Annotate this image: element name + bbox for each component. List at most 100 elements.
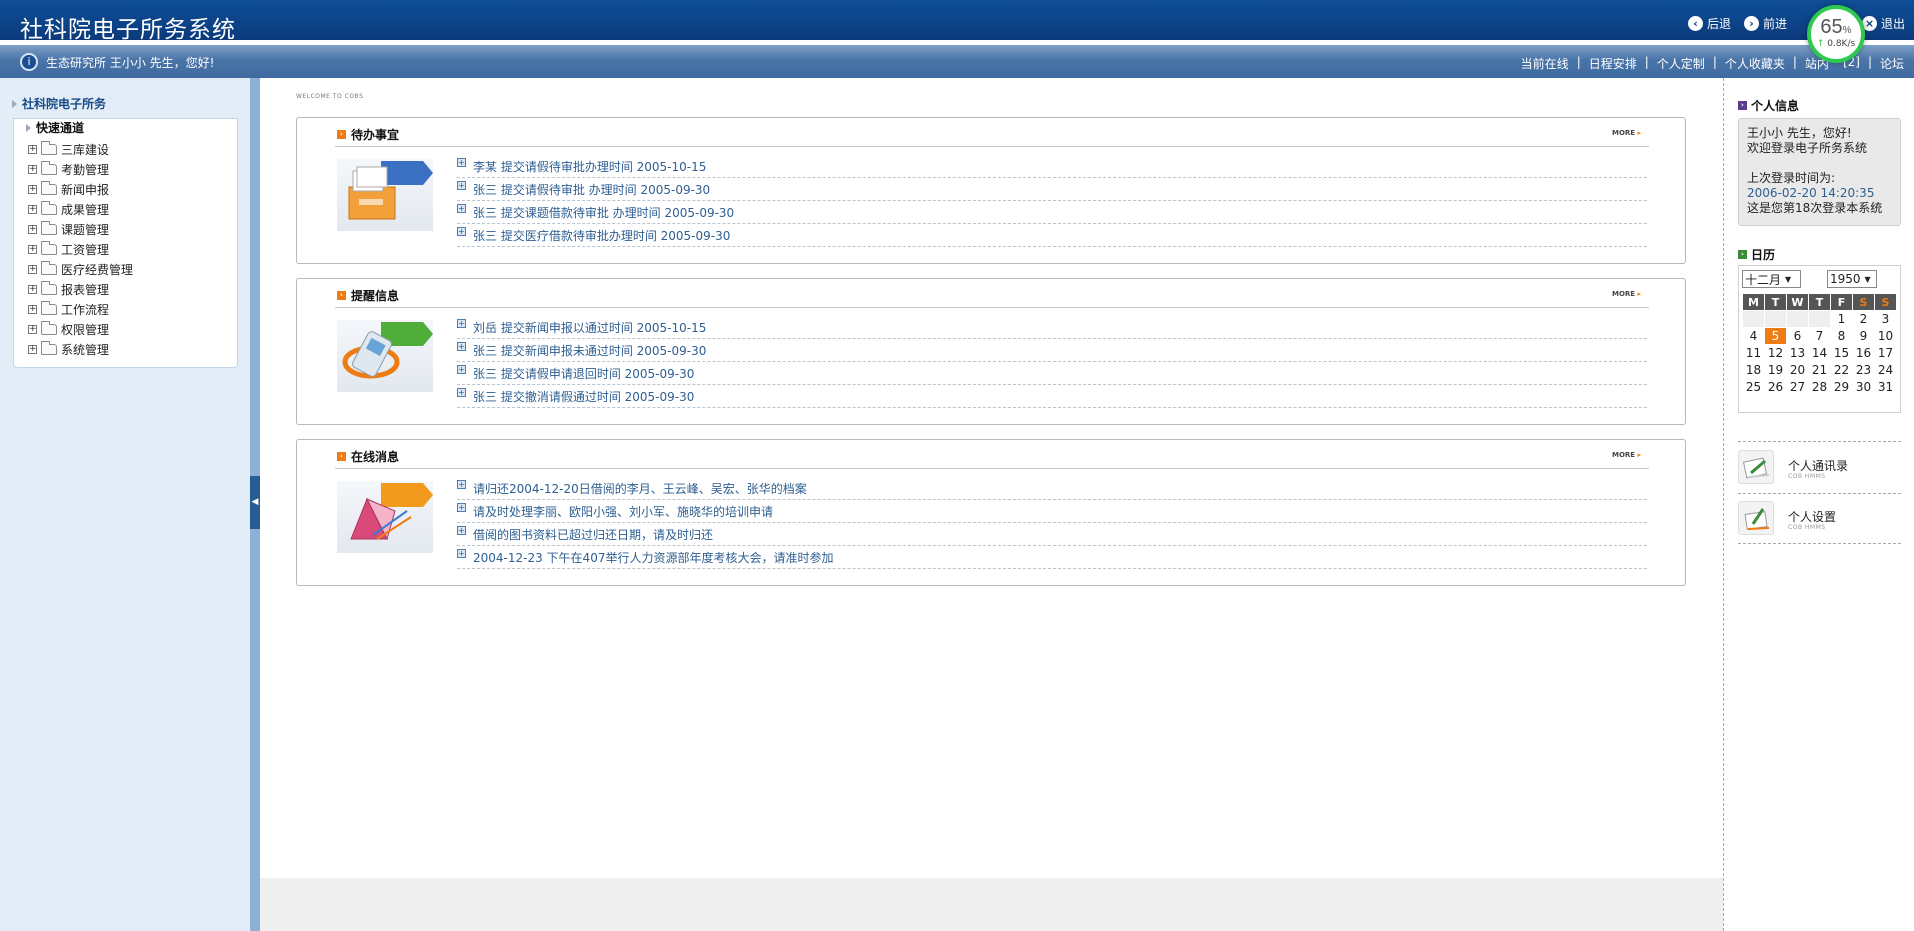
personal-settings-link[interactable]: 个人设置 COB HMMS bbox=[1738, 495, 1901, 545]
calendar-day[interactable]: 23 bbox=[1853, 362, 1874, 378]
address-book-link[interactable]: 个人通讯录 COB HMMS bbox=[1738, 444, 1901, 494]
welcome-text: 生态研究所 王小小 先生，您好! bbox=[46, 56, 215, 70]
more-link[interactable]: MORE ▸ bbox=[1612, 290, 1641, 298]
calendar-day[interactable]: 21 bbox=[1809, 362, 1830, 378]
tree-item[interactable]: + 新闻申报 bbox=[28, 179, 133, 199]
calendar-day[interactable]: 8 bbox=[1831, 328, 1852, 344]
list-item[interactable]: + 张三 提交请假申请退回时间 2005-09-30 bbox=[457, 362, 1647, 385]
personal-settings-sub: COB HMMS bbox=[1788, 524, 1826, 531]
top-header: 社科院电子所务系统 ‹ 后退 › 前进 × 退出 bbox=[0, 0, 1914, 45]
left-title-text: 社科院电子所务 bbox=[22, 97, 107, 111]
month-select[interactable]: 十二月 ▼ bbox=[1742, 270, 1801, 288]
calendar-day[interactable]: 27 bbox=[1787, 379, 1808, 395]
calendar-day[interactable]: 18 bbox=[1743, 362, 1764, 378]
tree-item-label: 工资管理 bbox=[61, 242, 110, 257]
tree-item[interactable]: + 三库建设 bbox=[28, 139, 133, 159]
tree-item[interactable]: + 工作流程 bbox=[28, 299, 133, 319]
tree-item[interactable]: + 工资管理 bbox=[28, 239, 133, 259]
tree-item[interactable]: + 医疗经费管理 bbox=[28, 259, 133, 279]
list-item[interactable]: + 张三 提交请假待审批 办理时间 2005-09-30 bbox=[457, 178, 1647, 201]
list-item[interactable]: + 张三 提交撤消请假通过时间 2005-09-30 bbox=[457, 385, 1647, 408]
more-link[interactable]: MORE ▸ bbox=[1612, 129, 1641, 137]
calendar-day[interactable]: 2 bbox=[1853, 311, 1874, 327]
list-item[interactable]: +2004-12-23 下午在407举行人力资源部年度考核大会，请准时参加 bbox=[457, 546, 1647, 569]
calendar-day[interactable]: 24 bbox=[1875, 362, 1896, 378]
nav-schedule[interactable]: 日程安排 bbox=[1589, 55, 1637, 72]
calendar-day[interactable]: 13 bbox=[1787, 345, 1808, 361]
tree-menu: + 三库建设 + 考勤管理 + 新闻申报 + 成果管理 + 课题管理 + 工资管理 + 医疗经费管理 + 报表… bbox=[28, 139, 133, 359]
expand-plus-icon[interactable]: + bbox=[28, 244, 37, 254]
expand-plus-icon[interactable]: + bbox=[28, 144, 37, 154]
network-speed-widget[interactable]: 65% ↑ 0.8K/s bbox=[1807, 5, 1865, 63]
list-item-text: 张三 提交撤消请假通过时间 2005-09-30 bbox=[473, 390, 695, 404]
calendar-day[interactable]: 7 bbox=[1809, 328, 1830, 344]
expand-plus-icon[interactable]: + bbox=[28, 284, 37, 294]
calendar-day[interactable]: 17 bbox=[1875, 345, 1896, 361]
panel-title: › 待办事宜 bbox=[337, 126, 399, 143]
tree-item[interactable]: + 成果管理 bbox=[28, 199, 133, 219]
calendar-day[interactable]: 3 bbox=[1875, 311, 1896, 327]
list-item[interactable]: + 刘岳 提交新闻申报以通过时间 2005-10-15 bbox=[457, 316, 1647, 339]
year-select[interactable]: 1950 ▼ bbox=[1827, 270, 1877, 288]
plus-bullet-icon: + bbox=[457, 181, 466, 190]
nav-favorites[interactable]: 个人收藏夹 bbox=[1725, 55, 1785, 72]
calendar-day[interactable]: 26 bbox=[1765, 379, 1786, 395]
expand-plus-icon[interactable]: + bbox=[28, 324, 37, 334]
list-item[interactable]: + 请归还2004-12-20日借阅的李月、王云峰、吴宏、张华的档案 bbox=[457, 477, 1647, 500]
tree-item[interactable]: + 权限管理 bbox=[28, 319, 133, 339]
calendar-day[interactable]: 28 bbox=[1809, 379, 1830, 395]
back-button[interactable]: ‹ 后退 bbox=[1688, 15, 1731, 32]
divider bbox=[1738, 543, 1901, 544]
expand-plus-icon[interactable]: + bbox=[28, 204, 37, 214]
more-link[interactable]: MORE ▸ bbox=[1612, 451, 1641, 459]
calendar-day[interactable]: 29 bbox=[1831, 379, 1852, 395]
list-item[interactable]: + 张三 提交课题借款待审批 办理时间 2005-09-30 bbox=[457, 201, 1647, 224]
quick-access-header[interactable]: 快速通道 bbox=[26, 119, 84, 136]
calendar-day[interactable]: 16 bbox=[1853, 345, 1874, 361]
calendar-day[interactable]: 15 bbox=[1831, 345, 1852, 361]
nav-forum[interactable]: 论坛 bbox=[1880, 55, 1904, 72]
calendar-day[interactable]: 14 bbox=[1809, 345, 1830, 361]
list-item[interactable]: + 张三 提交医疗借款待审批办理时间 2005-09-30 bbox=[457, 224, 1647, 247]
calendar-day[interactable]: 6 bbox=[1787, 328, 1808, 344]
calendar-day[interactable]: 31 bbox=[1875, 379, 1896, 395]
list-item[interactable]: + 李某 提交请假待审批办理时间 2005-10-15 bbox=[457, 155, 1647, 178]
tree-item[interactable]: + 考勤管理 bbox=[28, 159, 133, 179]
calendar-day[interactable]: 1 bbox=[1831, 311, 1852, 327]
calendar-day[interactable]: 11 bbox=[1743, 345, 1764, 361]
calendar-day[interactable]: 12 bbox=[1765, 345, 1786, 361]
panel-illustration-svg bbox=[342, 322, 433, 379]
calendar-day[interactable]: 25 bbox=[1743, 379, 1764, 395]
calendar-day[interactable]: 22 bbox=[1831, 362, 1852, 378]
expand-plus-icon[interactable]: + bbox=[28, 224, 37, 234]
forward-button[interactable]: › 前进 bbox=[1744, 15, 1787, 32]
list-item[interactable]: + 借阅的图书资料已超过归还日期，请及时归还 bbox=[457, 523, 1647, 546]
expand-plus-icon[interactable]: + bbox=[28, 184, 37, 194]
calendar-day[interactable]: 9 bbox=[1853, 328, 1874, 344]
nav-online[interactable]: 当前在线 bbox=[1521, 55, 1569, 72]
plus-bullet-icon: + bbox=[457, 365, 466, 374]
list-item[interactable]: + 张三 提交新闻申报未通过时间 2005-09-30 bbox=[457, 339, 1647, 362]
calendar-day[interactable]: 19 bbox=[1765, 362, 1786, 378]
address-book-sub: COB HMMS bbox=[1788, 473, 1826, 480]
tree-item[interactable]: + 课题管理 bbox=[28, 219, 133, 239]
tree-item[interactable]: + 报表管理 bbox=[28, 279, 133, 299]
tree-item-label: 课题管理 bbox=[61, 222, 110, 237]
calendar-day[interactable]: 20 bbox=[1787, 362, 1808, 378]
panel-title-text: 提醒信息 bbox=[351, 289, 400, 303]
expand-plus-icon[interactable]: + bbox=[28, 304, 37, 314]
weekday-header: M bbox=[1743, 294, 1764, 310]
exit-button[interactable]: × 退出 bbox=[1862, 15, 1905, 32]
calendar-day[interactable]: 5 bbox=[1765, 328, 1786, 344]
calendar-day[interactable]: 4 bbox=[1743, 328, 1764, 344]
collapse-sidebar-button[interactable]: ◀ bbox=[250, 476, 260, 529]
expand-plus-icon[interactable]: + bbox=[28, 344, 37, 354]
calendar-day[interactable]: 10 bbox=[1875, 328, 1896, 344]
tree-item[interactable]: + 系统管理 bbox=[28, 339, 133, 359]
list-item[interactable]: + 请及时处理李丽、欧阳小强、刘小军、施晓华的培训申请 bbox=[457, 500, 1647, 523]
expand-plus-icon[interactable]: + bbox=[28, 164, 37, 174]
nav-customize[interactable]: 个人定制 bbox=[1657, 55, 1705, 72]
calendar-day[interactable]: 30 bbox=[1853, 379, 1874, 395]
personal-settings-label: 个人设置 bbox=[1788, 510, 1837, 524]
expand-plus-icon[interactable]: + bbox=[28, 264, 37, 274]
